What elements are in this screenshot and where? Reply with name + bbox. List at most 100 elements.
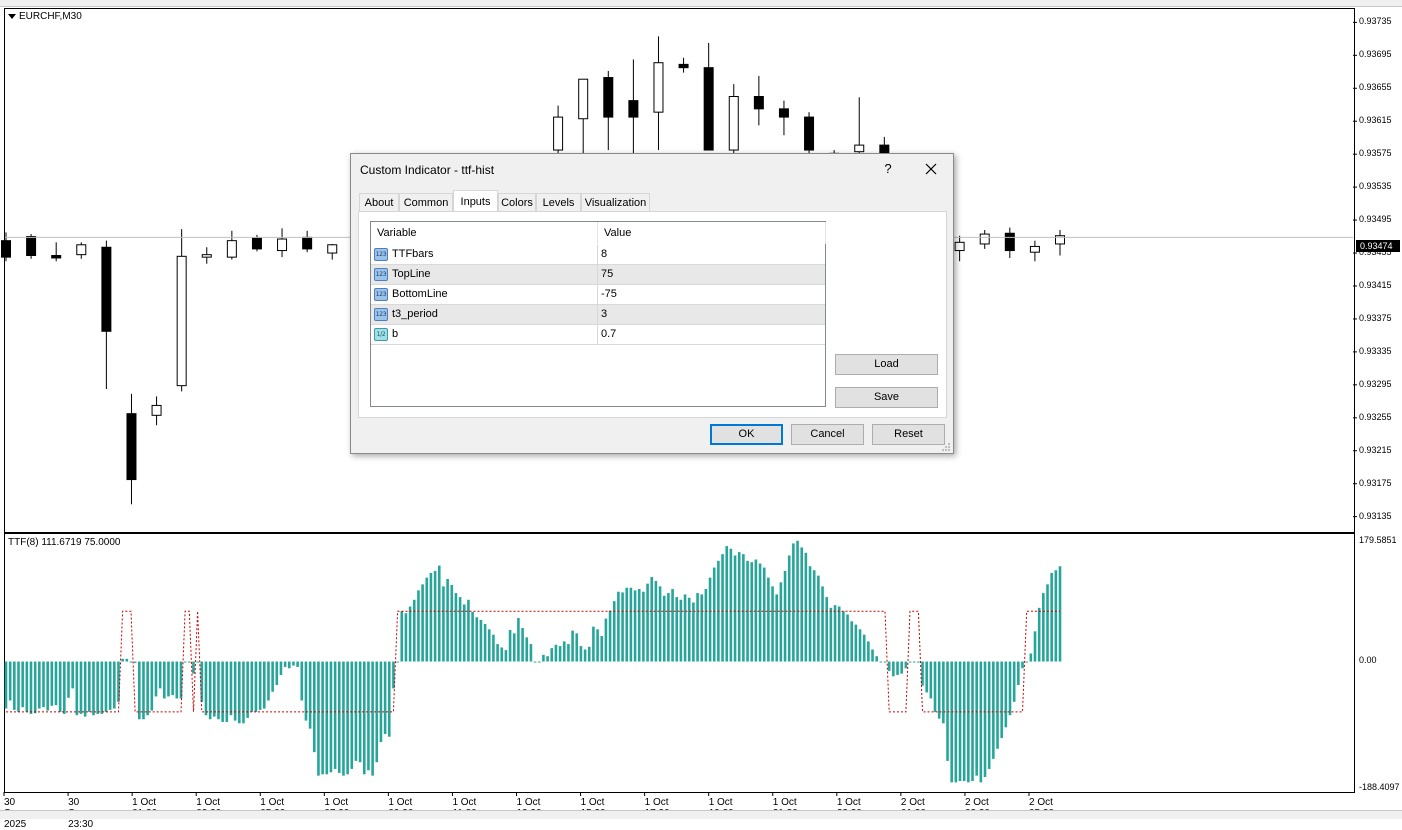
candle-body: [728, 96, 739, 151]
table-row[interactable]: 1/2 b 0.7: [371, 325, 825, 345]
candle: [728, 84, 739, 159]
cancel-button[interactable]: Cancel: [791, 424, 864, 445]
histogram-bar: [800, 547, 804, 662]
histogram-bar: [404, 613, 408, 662]
histogram-bar: [1046, 584, 1049, 662]
histogram-bar: [229, 661, 233, 716]
candle-body: [26, 236, 37, 256]
histogram-bar: [983, 661, 987, 777]
int-icon: 123: [374, 268, 388, 281]
ok-button[interactable]: OK: [710, 424, 783, 445]
histogram-bar: [246, 661, 249, 718]
inputs-tab-panel: Variable Value 123 TTFbars 8 123 TopLine…: [358, 211, 947, 418]
variable-value[interactable]: 75: [601, 265, 613, 284]
tab-inputs[interactable]: Inputs: [453, 190, 498, 211]
table-row[interactable]: 123 TopLine 75: [371, 265, 825, 285]
histogram-bar: [492, 634, 495, 662]
price-tick-label: 0.93495: [1359, 214, 1392, 225]
histogram-bar: [521, 627, 524, 662]
histogram-bar: [596, 629, 599, 662]
column-header-variable[interactable]: Variable: [371, 222, 598, 244]
histogram-bar: [275, 661, 279, 686]
dialog-title: Custom Indicator - ttf-hist: [360, 163, 495, 177]
histogram-bar: [267, 661, 270, 701]
tab-colors[interactable]: Colors: [498, 193, 536, 211]
save-button[interactable]: Save: [835, 387, 938, 408]
histogram-bar: [442, 586, 445, 662]
tab-about[interactable]: About: [359, 193, 399, 211]
histogram-bar: [362, 661, 366, 775]
histogram-bar: [1021, 661, 1024, 669]
histogram-bar: [467, 599, 470, 662]
histogram-bar: [962, 661, 966, 782]
histogram-bar: [700, 594, 704, 662]
histogram-bar: [29, 661, 33, 714]
histogram-bar: [42, 661, 45, 708]
histogram-bar: [867, 641, 870, 662]
candle: [76, 242, 87, 259]
candle-body: [251, 237, 262, 250]
histogram-bar: [612, 601, 616, 662]
histogram-bar: [196, 661, 199, 663]
candle: [1055, 229, 1065, 256]
histogram-bar: [204, 661, 208, 716]
variable-value[interactable]: 8: [601, 245, 607, 264]
table-row[interactable]: 123 t3_period 3: [371, 305, 825, 325]
tab-visualization[interactable]: Visualization: [581, 193, 650, 211]
load-button[interactable]: Load: [835, 354, 938, 375]
histogram-bar: [942, 661, 945, 724]
histogram-bar: [642, 591, 645, 662]
variable-value[interactable]: 3: [601, 305, 607, 324]
histogram-bar: [383, 661, 387, 735]
histogram-bar: [129, 661, 133, 663]
tab-common[interactable]: Common: [399, 193, 453, 211]
histogram-bar: [804, 552, 808, 662]
resize-grip-icon[interactable]: [941, 442, 951, 452]
candle-body: [76, 244, 87, 256]
histogram-bar: [904, 661, 908, 669]
close-icon: [925, 163, 937, 175]
symbol-label[interactable]: EURCHF,M30: [8, 11, 82, 22]
histogram-bar: [142, 661, 145, 720]
histogram-bar: [104, 661, 108, 712]
histogram-bar: [75, 661, 79, 716]
histogram-bar: [1033, 631, 1037, 662]
histogram-bar: [454, 593, 458, 662]
candle-body: [1029, 245, 1040, 253]
table-row[interactable]: 123 TTFbars 8: [371, 245, 825, 265]
column-header-value[interactable]: Value: [598, 222, 826, 244]
candle-body: [1, 240, 11, 258]
candle-body: [226, 240, 237, 258]
current-price-label: 0.93474: [1356, 240, 1400, 252]
histogram-bar: [125, 658, 129, 662]
inputs-grid[interactable]: Variable Value 123 TTFbars 8 123 TopLine…: [370, 221, 826, 407]
price-tick-label: 0.93255: [1359, 411, 1392, 422]
candle: [678, 57, 689, 73]
reset-button[interactable]: Reset: [872, 424, 945, 445]
tab-levels[interactable]: Levels: [536, 193, 581, 211]
histogram-bar: [183, 661, 187, 663]
close-button[interactable]: [917, 158, 945, 180]
histogram-bar: [425, 577, 429, 662]
histogram-bar: [871, 649, 874, 662]
table-row[interactable]: 123 BottomLine -75: [371, 285, 825, 305]
variable-value[interactable]: -75: [601, 285, 617, 304]
histogram-bar: [88, 661, 91, 712]
help-button[interactable]: ?: [880, 161, 896, 176]
histogram-bar: [554, 644, 558, 662]
histogram-bar: [83, 661, 87, 717]
price-tick-label: 0.93575: [1359, 148, 1392, 159]
candle-body: [653, 62, 664, 113]
price-tick-label: 0.93655: [1359, 82, 1392, 93]
histogram-bar: [567, 644, 570, 662]
histogram-bar: [208, 661, 212, 720]
histogram-bar: [675, 597, 679, 662]
dropdown-triangle-icon: [8, 13, 16, 19]
histogram-bar: [546, 656, 549, 662]
histogram-bar: [292, 661, 295, 666]
indicator-label: TTF(8) 111.6719 75.0000: [8, 537, 121, 548]
variable-value[interactable]: 0.7: [601, 325, 616, 344]
price-tick-label: 0.93135: [1359, 510, 1392, 521]
histogram-bar: [971, 661, 974, 782]
histogram-bar: [771, 586, 774, 662]
